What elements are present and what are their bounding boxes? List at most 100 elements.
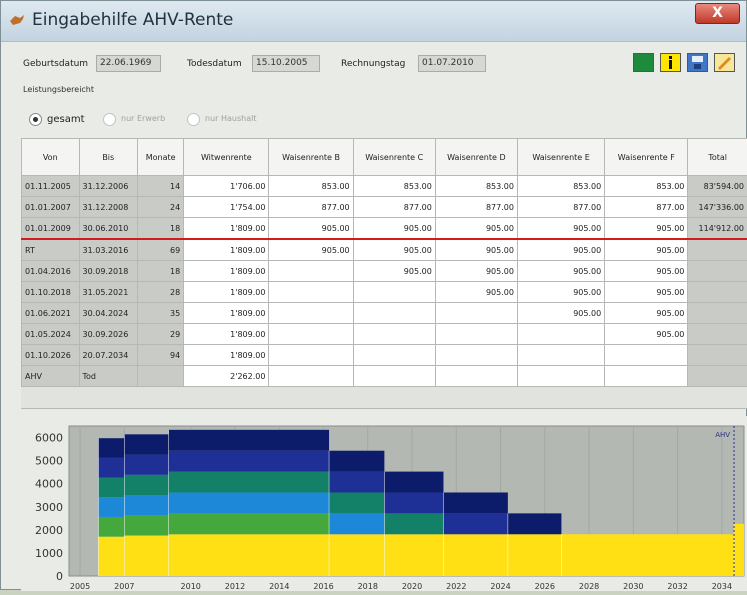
cell-waisenrente-d[interactable] [435,324,517,345]
cell-bis[interactable]: 31.03.2016 [79,239,138,261]
cell-waisenrente-b[interactable] [269,303,353,324]
col-header-bis[interactable]: Bis [79,139,138,176]
cell-von[interactable]: 01.04.2016 [22,261,80,282]
cell-von[interactable]: 01.11.2005 [22,176,80,197]
cell-bis[interactable]: 31.12.2006 [79,176,138,197]
cell-waisenrente-f[interactable]: 905.00 [605,261,688,282]
cell-witwenrente[interactable]: 1'754.00 [184,197,269,218]
cell-waisenrente-b[interactable] [269,324,353,345]
cell-witwenrente[interactable]: 2'262.00 [184,366,269,387]
cell-waisenrente-f[interactable]: 905.00 [605,324,688,345]
cell-witwenrente[interactable]: 1'809.00 [184,261,269,282]
cell-waisenrente-d[interactable]: 905.00 [435,261,517,282]
cell-monate[interactable]: 28 [138,282,184,303]
cell-bis[interactable]: 31.05.2021 [79,282,138,303]
cell-waisenrente-c[interactable]: 877.00 [353,197,435,218]
table-row[interactable]: 01.05.2024 30.09.2026 29 1'809.00 905.00 [22,324,747,345]
cell-waisenrente-b[interactable] [269,345,353,366]
cell-waisenrente-e[interactable] [517,366,604,387]
cell-waisenrente-d[interactable] [435,345,517,366]
cell-waisenrente-f[interactable]: 853.00 [605,176,688,197]
cell-waisenrente-f[interactable] [605,366,688,387]
cell-waisenrente-f[interactable]: 877.00 [605,197,688,218]
cell-waisenrente-d[interactable] [435,303,517,324]
table-row[interactable]: 01.04.2016 30.09.2018 18 1'809.00 905.00… [22,261,747,282]
cell-waisenrente-c[interactable]: 905.00 [353,218,435,240]
cell-von[interactable]: AHV [22,366,80,387]
cell-waisenrente-f[interactable] [605,345,688,366]
cell-bis[interactable]: Tod [79,366,138,387]
cell-witwenrente[interactable]: 1'809.00 [184,345,269,366]
cell-waisenrente-e[interactable]: 853.00 [517,176,604,197]
cell-witwenrente[interactable]: 1'809.00 [184,303,269,324]
cell-von[interactable]: 01.01.2007 [22,197,80,218]
close-button[interactable]: X [695,3,740,24]
cell-witwenrente[interactable]: 1'809.00 [184,218,269,240]
cell-monate[interactable]: 69 [138,239,184,261]
cell-waisenrente-d[interactable] [435,366,517,387]
save-icon[interactable] [687,53,708,72]
cell-waisenrente-f[interactable]: 905.00 [605,303,688,324]
cell-waisenrente-c[interactable] [353,366,435,387]
radio-nur-erwerb[interactable] [103,113,116,126]
col-header-witwenrente[interactable]: Witwenrente [184,139,269,176]
cell-waisenrente-d[interactable]: 905.00 [435,282,517,303]
cell-waisenrente-d[interactable]: 877.00 [435,197,517,218]
col-header-waisenrente-b[interactable]: Waisenrente B [269,139,353,176]
col-header-waisenrente-d[interactable]: Waisenrente D [435,139,517,176]
cell-witwenrente[interactable]: 1'809.00 [184,324,269,345]
cell-waisenrente-e[interactable]: 877.00 [517,197,604,218]
cell-waisenrente-d[interactable]: 853.00 [435,176,517,197]
col-header-monate[interactable]: Monate [138,139,184,176]
calcdate-field[interactable]: 01.07.2010 [418,55,486,72]
col-header-von[interactable]: Von [22,139,80,176]
cell-waisenrente-f[interactable]: 905.00 [605,239,688,261]
cell-bis[interactable]: 30.04.2024 [79,303,138,324]
cell-monate[interactable] [138,366,184,387]
table-row[interactable]: 01.01.2007 31.12.2008 24 1'754.00 877.00… [22,197,747,218]
cell-bis[interactable]: 20.07.2034 [79,345,138,366]
cell-bis[interactable]: 30.06.2010 [79,218,138,240]
cell-waisenrente-e[interactable]: 905.00 [517,261,604,282]
cell-bis[interactable]: 31.12.2008 [79,197,138,218]
table-row[interactable]: 01.01.2009 30.06.2010 18 1'809.00 905.00… [22,218,747,240]
radio-nur-haushalt[interactable] [187,113,200,126]
cell-waisenrente-b[interactable] [269,366,353,387]
cell-witwenrente[interactable]: 1'706.00 [184,176,269,197]
cell-waisenrente-c[interactable] [353,303,435,324]
cell-monate[interactable]: 94 [138,345,184,366]
cell-waisenrente-b[interactable]: 905.00 [269,218,353,240]
cell-von[interactable]: 01.01.2009 [22,218,80,240]
cell-waisenrente-b[interactable] [269,261,353,282]
cell-witwenrente[interactable]: 1'809.00 [184,239,269,261]
cell-waisenrente-c[interactable]: 853.00 [353,176,435,197]
cell-bis[interactable]: 30.09.2018 [79,261,138,282]
info-icon[interactable] [660,53,681,72]
cell-waisenrente-d[interactable]: 905.00 [435,218,517,240]
cell-monate[interactable]: 18 [138,261,184,282]
cell-waisenrente-e[interactable]: 905.00 [517,239,604,261]
cell-waisenrente-e[interactable]: 905.00 [517,282,604,303]
cell-bis[interactable]: 30.09.2026 [79,324,138,345]
col-header-waisenrente-e[interactable]: Waisenrente E [517,139,604,176]
cell-waisenrente-c[interactable] [353,324,435,345]
deathdate-field[interactable]: 15.10.2005 [252,55,320,72]
cell-waisenrente-d[interactable]: 905.00 [435,239,517,261]
cell-monate[interactable]: 35 [138,303,184,324]
cell-waisenrente-c[interactable]: 905.00 [353,239,435,261]
cell-waisenrente-b[interactable]: 877.00 [269,197,353,218]
cell-waisenrente-b[interactable]: 905.00 [269,239,353,261]
cell-waisenrente-c[interactable] [353,282,435,303]
cell-waisenrente-e[interactable] [517,345,604,366]
table-row[interactable]: 01.11.2005 31.12.2006 14 1'706.00 853.00… [22,176,747,197]
cell-waisenrente-c[interactable]: 905.00 [353,261,435,282]
cell-von[interactable]: 01.05.2024 [22,324,80,345]
col-header-total[interactable]: Total [688,139,747,176]
cell-waisenrente-f[interactable]: 905.00 [605,282,688,303]
cell-von[interactable]: 01.10.2026 [22,345,80,366]
cell-waisenrente-f[interactable]: 905.00 [605,218,688,240]
cell-monate[interactable]: 29 [138,324,184,345]
cell-von[interactable]: 01.06.2021 [22,303,80,324]
edit-icon[interactable] [714,53,735,72]
export-icon[interactable] [633,53,654,72]
